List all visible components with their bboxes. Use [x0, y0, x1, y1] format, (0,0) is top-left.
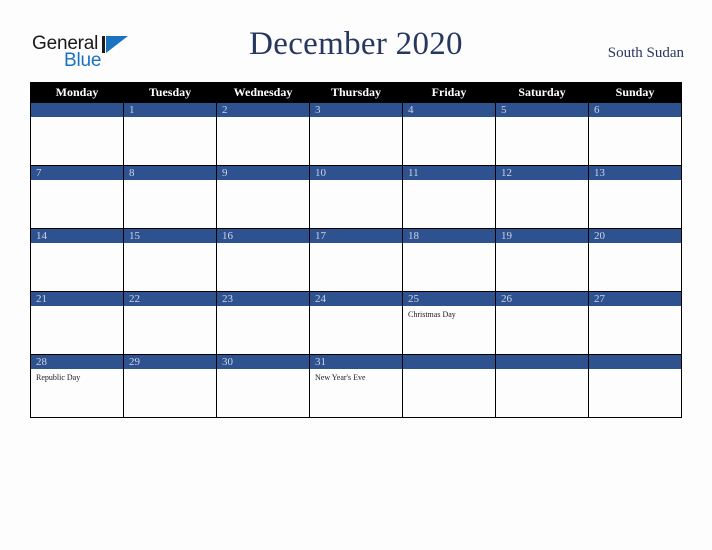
- weekday-header-row: Monday Tuesday Wednesday Thursday Friday…: [30, 82, 682, 103]
- weekday-header-thursday: Thursday: [309, 82, 403, 103]
- weekday-header-monday: Monday: [30, 82, 124, 103]
- calendar-week-row: 123456: [30, 102, 682, 166]
- calendar-week-row: 7 8 9 10 11 12 13: [30, 165, 682, 229]
- calendar-day-cell[interactable]: 5: [495, 102, 589, 166]
- country-label: South Sudan: [607, 45, 684, 61]
- holiday-label: New Year's Eve: [315, 373, 366, 382]
- day-number: 28: [31, 355, 123, 369]
- calendar-day-cell[interactable]: 20: [588, 228, 682, 292]
- calendar-day-cell[interactable]: 1: [123, 102, 217, 166]
- weekday-header-tuesday: Tuesday: [123, 82, 217, 103]
- calendar-day-cell[interactable]: 15: [123, 228, 217, 292]
- day-number: 6: [589, 103, 681, 117]
- calendar-day-cell[interactable]: 31 New Year's Eve: [309, 354, 403, 418]
- calendar-day-cell[interactable]: [495, 354, 589, 418]
- calendar-page: General Blue December 2020 South Sudan M…: [0, 0, 712, 550]
- day-number: 21: [31, 292, 123, 306]
- calendar-day-cell[interactable]: 4: [402, 102, 496, 166]
- calendar-day-cell[interactable]: 24: [309, 291, 403, 355]
- calendar-day-cell[interactable]: 26: [495, 291, 589, 355]
- day-number: 1: [124, 103, 216, 117]
- calendar-day-cell[interactable]: 11: [402, 165, 496, 229]
- day-number: 20: [589, 229, 681, 243]
- calendar-day-cell[interactable]: 23: [216, 291, 310, 355]
- day-number: 16: [217, 229, 309, 243]
- day-number: [31, 103, 123, 117]
- day-number: [589, 355, 681, 369]
- day-number: 5: [496, 103, 588, 117]
- calendar-week-row: 21 22 23 24 25 Christmas Day 26 27: [30, 291, 682, 355]
- day-number: [403, 355, 495, 369]
- day-number: [496, 355, 588, 369]
- calendar-day-cell[interactable]: 21: [30, 291, 124, 355]
- day-number: 24: [310, 292, 402, 306]
- day-number: 10: [310, 166, 402, 180]
- day-number: 25: [403, 292, 495, 306]
- weekday-header-wednesday: Wednesday: [216, 82, 310, 103]
- calendar-day-cell[interactable]: 8: [123, 165, 217, 229]
- day-number: 2: [217, 103, 309, 117]
- calendar-day-cell[interactable]: 13: [588, 165, 682, 229]
- calendar-day-cell[interactable]: 14: [30, 228, 124, 292]
- holiday-label: Republic Day: [36, 373, 81, 382]
- day-number: 12: [496, 166, 588, 180]
- day-number: 15: [124, 229, 216, 243]
- calendar-day-cell[interactable]: 25 Christmas Day: [402, 291, 496, 355]
- weekday-header-friday: Friday: [402, 82, 496, 103]
- day-number: 3: [310, 103, 402, 117]
- calendar-day-cell[interactable]: [402, 354, 496, 418]
- day-number: 29: [124, 355, 216, 369]
- day-number: 9: [217, 166, 309, 180]
- calendar-day-cell[interactable]: [588, 354, 682, 418]
- day-number: 7: [31, 166, 123, 180]
- day-number: 22: [124, 292, 216, 306]
- calendar-day-cell[interactable]: 18: [402, 228, 496, 292]
- calendar-day-cell[interactable]: 19: [495, 228, 589, 292]
- calendar-day-cell[interactable]: 29: [123, 354, 217, 418]
- day-number: 4: [403, 103, 495, 117]
- calendar-day-cell[interactable]: 2: [216, 102, 310, 166]
- day-number: 18: [403, 229, 495, 243]
- calendar-day-cell[interactable]: 22: [123, 291, 217, 355]
- calendar-week-row: 28 Republic Day 29 30 31 New Year's Eve: [30, 354, 682, 418]
- calendar-day-cell[interactable]: 27: [588, 291, 682, 355]
- day-number: 13: [589, 166, 681, 180]
- day-number: 30: [217, 355, 309, 369]
- day-number: 26: [496, 292, 588, 306]
- calendar-day-cell[interactable]: 17: [309, 228, 403, 292]
- day-number: 31: [310, 355, 402, 369]
- calendar-day-cell[interactable]: 28 Republic Day: [30, 354, 124, 418]
- calendar-day-cell[interactable]: 12: [495, 165, 589, 229]
- page-header: General Blue December 2020 South Sudan: [0, 0, 712, 80]
- calendar-body: 1 2 3 4 5 6 7 8 9 10 11 12 13 14 15 16 17 18 19 20 21 22 23 24 2…: [30, 102, 682, 418]
- day-number: 11: [403, 166, 495, 180]
- calendar-day-cell[interactable]: 30: [216, 354, 310, 418]
- calendar-day-cell[interactable]: 10: [309, 165, 403, 229]
- holiday-label: Christmas Day: [408, 310, 456, 319]
- day-number: 27: [589, 292, 681, 306]
- day-number: 23: [217, 292, 309, 306]
- calendar-day-cell[interactable]: 16: [216, 228, 310, 292]
- calendar-day-cell[interactable]: 6: [588, 102, 682, 166]
- calendar-week-row: 14 15 16 17 18 19 20: [30, 228, 682, 292]
- calendar-day-cell[interactable]: [30, 102, 124, 166]
- calendar-day-cell[interactable]: 3: [309, 102, 403, 166]
- weekday-header-sunday: Sunday: [588, 82, 682, 103]
- calendar-day-cell[interactable]: 7: [30, 165, 124, 229]
- calendar-grid: Monday Tuesday Wednesday Thursday Friday…: [30, 82, 682, 418]
- day-number: 19: [496, 229, 588, 243]
- day-number: 8: [124, 166, 216, 180]
- day-number: 17: [310, 229, 402, 243]
- page-title: December 2020: [249, 26, 463, 62]
- calendar-day-cell[interactable]: 9: [216, 165, 310, 229]
- weekday-header-saturday: Saturday: [495, 82, 589, 103]
- day-number: 14: [31, 229, 123, 243]
